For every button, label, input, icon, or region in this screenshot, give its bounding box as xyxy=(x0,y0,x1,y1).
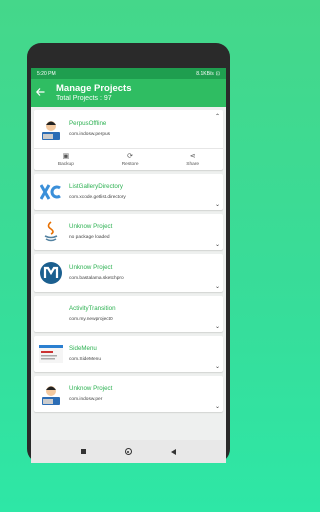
chevron-down-icon[interactable]: ⌄ xyxy=(215,364,220,370)
project-name: ListGalleryDirectory xyxy=(69,182,123,190)
navigation-bar xyxy=(31,440,226,463)
project-name: Unknow Project xyxy=(69,222,113,230)
xc-logo-icon xyxy=(39,180,63,204)
phone-frame: 5:20 PM 8.1KB/s ⊡ Manage Projects Total … xyxy=(27,43,230,463)
avatar-icon xyxy=(39,117,63,141)
chevron-down-icon[interactable]: ⌄ xyxy=(215,284,220,290)
backup-button[interactable]: ▣ Backup xyxy=(58,153,74,167)
project-package: com.indosw.per xyxy=(69,396,103,402)
project-count: Total Projects : 97 xyxy=(56,95,112,103)
back-arrow-icon[interactable] xyxy=(35,87,52,99)
project-card-unknow-1[interactable]: Unknow Project no package loaded ⌄ xyxy=(34,214,223,250)
project-package: com.my.newproject0 xyxy=(69,316,113,322)
backup-icon: ▣ xyxy=(62,152,70,160)
project-package: com.SideMenu xyxy=(69,356,101,362)
share-icon: ⋖ xyxy=(189,152,196,160)
project-name: ActivityTransition xyxy=(69,304,116,312)
app-bar: Manage Projects Total Projects : 97 xyxy=(31,79,226,107)
share-button[interactable]: ⋖ Share xyxy=(186,153,199,167)
backup-label: Backup xyxy=(57,161,74,167)
blank-icon xyxy=(39,302,63,326)
avatar-icon xyxy=(39,382,63,406)
restore-icon: ⟳ xyxy=(127,152,134,160)
project-card-unknow-2[interactable]: Unknow Project com.bastalama.sketchpro ⌄ xyxy=(34,254,223,292)
project-name: Unknow Project xyxy=(69,263,113,271)
project-actions: ▣ Backup ⟳ Restore ⋖ Share xyxy=(34,148,223,170)
status-bar: 5:20 PM 8.1KB/s ⊡ xyxy=(31,68,226,79)
app-screen: 5:20 PM 8.1KB/s ⊡ Manage Projects Total … xyxy=(31,68,226,463)
project-package: com.indosw.perpus xyxy=(69,131,111,137)
page-title: Manage Projects xyxy=(56,82,132,94)
home-icon[interactable] xyxy=(124,448,132,455)
project-name: Unknow Project xyxy=(69,384,113,392)
share-label: Share xyxy=(186,161,200,167)
project-list: PerpusOffline com.indosw.perpus ⌃ ▣ Back… xyxy=(31,107,226,412)
app-screenshot-icon xyxy=(39,342,63,366)
chevron-down-icon[interactable]: ⌄ xyxy=(215,404,220,410)
project-name: PerpusOffline xyxy=(69,119,107,127)
project-package: no package loaded xyxy=(69,234,110,240)
project-card-activitytransition[interactable]: ActivityTransition com.my.newproject0 ⌄ xyxy=(34,296,223,332)
java-icon xyxy=(39,220,63,244)
project-card-listgallerydirectory[interactable]: ListGalleryDirectory com.xcode.getlist.d… xyxy=(34,174,223,210)
project-package: com.xcode.getlist.directory xyxy=(69,194,126,200)
restore-label: Restore xyxy=(121,161,139,167)
m-logo-icon xyxy=(39,261,63,285)
network-speed: 8.1KB/s xyxy=(196,70,214,77)
back-icon[interactable] xyxy=(171,448,177,455)
chevron-up-icon[interactable]: ⌃ xyxy=(215,114,220,120)
recents-icon[interactable] xyxy=(80,449,86,454)
restore-button[interactable]: ⟳ Restore xyxy=(122,153,139,167)
project-card-sidemenu[interactable]: SideMenu com.SideMenu ⌄ xyxy=(34,336,223,372)
project-package: com.bastalama.sketchpro xyxy=(69,275,124,281)
chevron-down-icon[interactable]: ⌄ xyxy=(215,242,220,248)
status-time: 5:20 PM xyxy=(37,70,56,77)
project-card-unknow-3[interactable]: Unknow Project com.indosw.per ⌄ xyxy=(34,376,223,412)
project-name: SideMenu xyxy=(69,344,97,352)
chevron-down-icon[interactable]: ⌄ xyxy=(215,202,220,208)
chevron-down-icon[interactable]: ⌄ xyxy=(215,324,220,330)
battery-icon: ⊡ xyxy=(215,70,220,77)
project-card-perpusoffline[interactable]: PerpusOffline com.indosw.perpus ⌃ ▣ Back… xyxy=(34,110,223,170)
